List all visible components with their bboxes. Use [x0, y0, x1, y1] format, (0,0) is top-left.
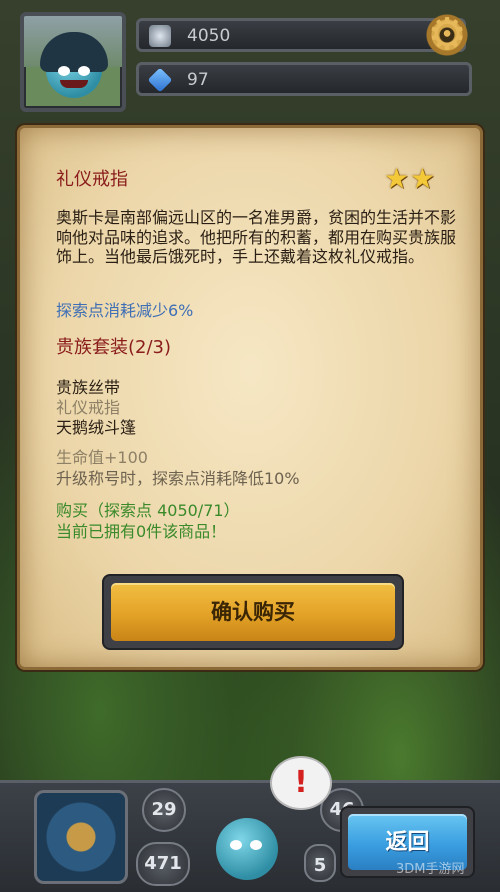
monster-icon[interactable]: [216, 818, 278, 880]
price-line: 购买（探索点 4050/71）: [56, 501, 240, 520]
item-title: 礼仪戒指: [56, 169, 128, 190]
counter-badge: 471: [136, 842, 190, 886]
set-bonus: 升级称号时，探索点消耗降低10%: [56, 469, 300, 488]
gem-counter: 97: [136, 62, 472, 96]
compass-icon[interactable]: [34, 790, 128, 884]
set-name: 贵族套装(2/3): [56, 337, 172, 358]
confirm-purchase-label: 确认购买: [111, 583, 395, 641]
monster-avatar-icon: [40, 32, 108, 98]
gold-counter: 4050: [136, 18, 466, 52]
alert-bubble-icon[interactable]: !: [270, 756, 332, 810]
gem-icon: [147, 67, 173, 93]
right-eye: [250, 840, 262, 850]
player-avatar[interactable]: [20, 12, 126, 112]
confirm-purchase-button[interactable]: 确认购买: [102, 574, 404, 650]
set-piece: 天鹅绒斗篷: [56, 418, 137, 437]
set-piece: 贵族丝带: [56, 378, 121, 397]
counter-badge: 29: [142, 788, 186, 832]
right-eye: [78, 66, 90, 76]
owned-line: 当前已拥有0件该商品！: [56, 522, 227, 541]
gem-value: 97: [187, 70, 209, 90]
item-effect: 探索点消耗减少6%: [56, 301, 194, 320]
left-eye: [230, 840, 242, 850]
skull-coin-icon: [149, 25, 171, 47]
star-icon: ★: [410, 162, 436, 195]
watermark-text: 3DM手游网: [396, 862, 465, 877]
rarity-stars: ★★: [384, 162, 436, 195]
set-piece: 礼仪戒指: [56, 398, 121, 417]
counter-badge: 5: [304, 844, 336, 882]
mouth: [60, 80, 88, 88]
item-detail-dialog: 礼仪戒指 ★★ 奥斯卡是南部偏远山区的一名准男爵，贫困的生活并不影响他对品味的追…: [17, 125, 483, 670]
left-eye: [58, 66, 70, 76]
gear-icon[interactable]: ⚙: [424, 12, 470, 58]
star-icon: ★: [384, 162, 410, 195]
gold-value: 4050: [187, 26, 231, 46]
item-description: 奥斯卡是南部偏远山区的一名准男爵，贫困的生活并不影响他对品味的追求。他把所有的积…: [56, 208, 457, 266]
set-bonus: 生命值+100: [56, 448, 148, 467]
